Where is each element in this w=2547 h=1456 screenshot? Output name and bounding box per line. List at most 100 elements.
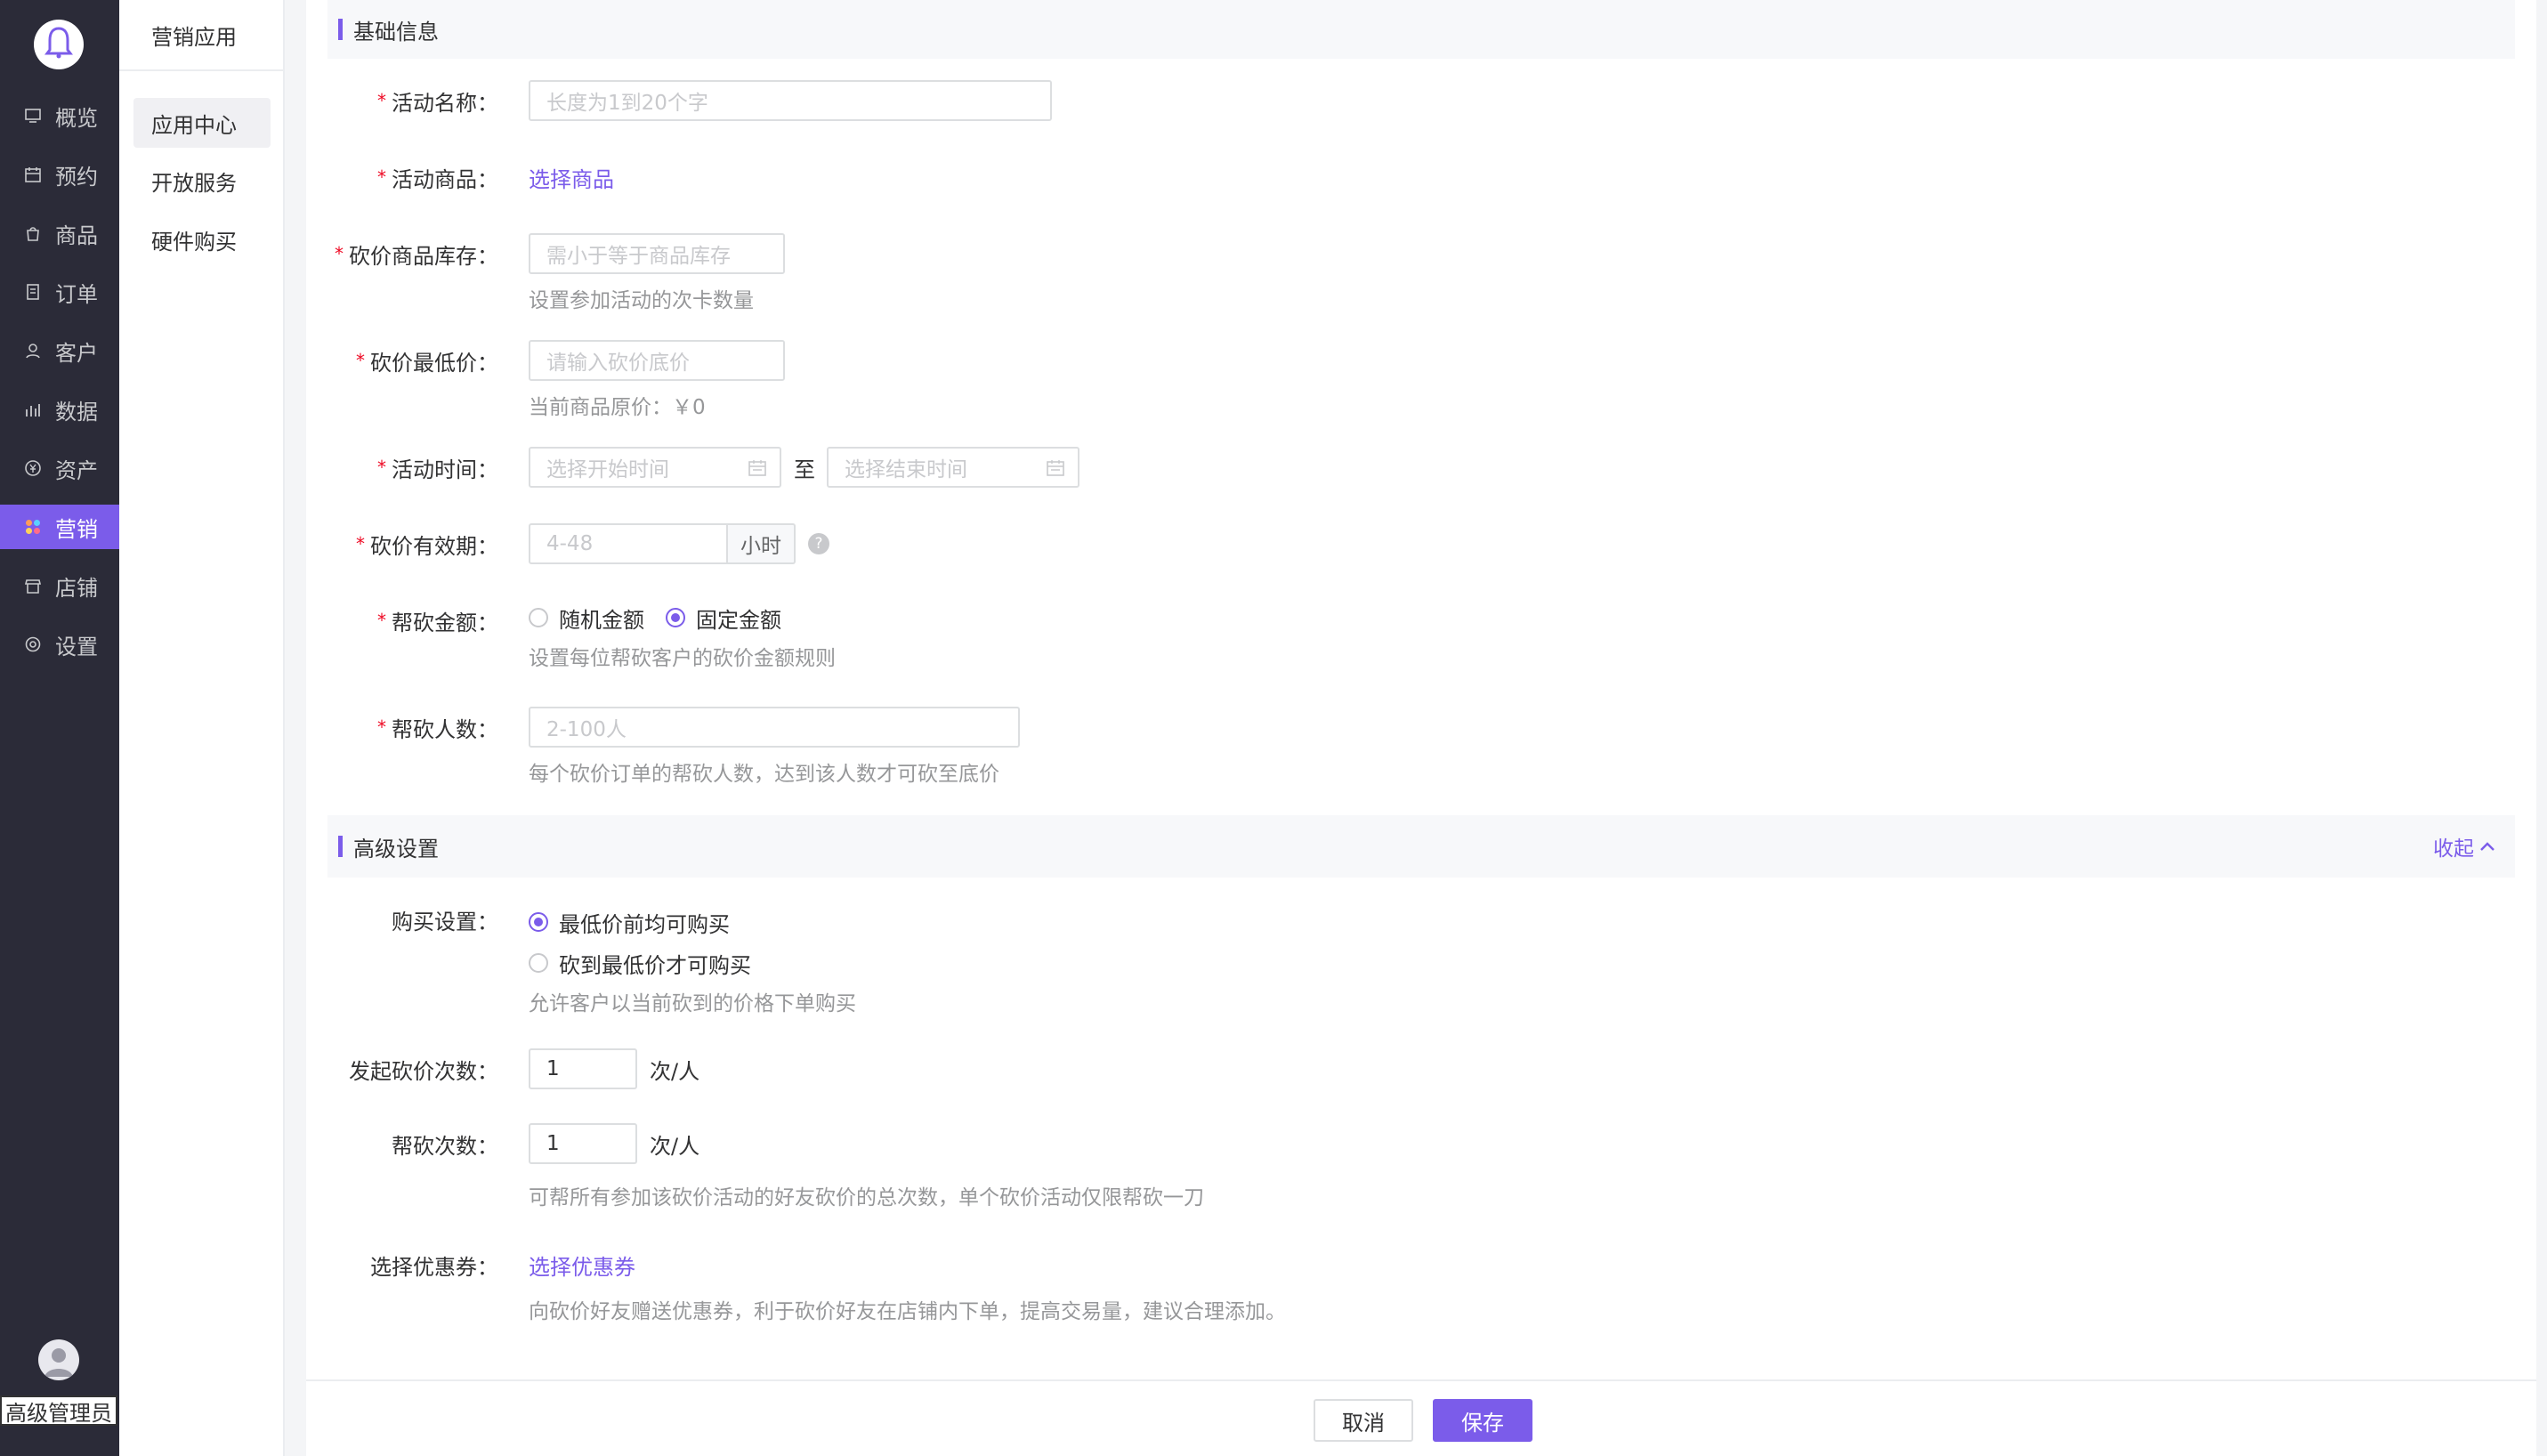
nav-item-label: 预约 xyxy=(55,164,98,190)
help-amount-help-text: 设置每位帮砍客户的砍价金额规则 xyxy=(529,647,836,670)
section-title: 高级设置 xyxy=(353,836,439,861)
calendar-icon xyxy=(748,458,767,478)
nav-item-store[interactable]: 店铺 xyxy=(0,563,119,608)
app-logo[interactable] xyxy=(34,20,84,69)
placeholder-text: 请输入砍价底价 xyxy=(546,352,690,375)
activity-goods-label: * 活动商品： xyxy=(377,157,498,198)
radio-fixed-amount[interactable]: 固定金额 xyxy=(666,600,781,635)
radio-label: 固定金额 xyxy=(696,607,781,633)
form-footer: 取消 保存 xyxy=(306,1379,2536,1456)
start-time-picker[interactable]: 选择开始时间 xyxy=(529,447,781,488)
save-button[interactable]: 保存 xyxy=(1433,1399,1532,1442)
label-text: 砍价商品库存： xyxy=(349,243,498,269)
activity-name-input[interactable]: 长度为1到20个字 xyxy=(529,80,1052,121)
section-title: 基础信息 xyxy=(353,19,439,44)
subnav-item-open-service[interactable]: 开放服务 xyxy=(133,156,271,206)
coupon-help-text: 向砍价好友赠送优惠券，利于砍价好友在店铺内下单，提高交易量，建议合理添加。 xyxy=(529,1300,1286,1323)
placeholder-text: 选择结束时间 xyxy=(845,458,967,481)
initiate-times-label: 发起砍价次数： xyxy=(349,1048,498,1089)
settings-icon xyxy=(23,635,43,654)
chevron-up-icon xyxy=(2479,841,2495,852)
purchase-help-text: 允许客户以当前砍到的价格下单购买 xyxy=(529,992,856,1015)
nav-item-data[interactable]: 数据 xyxy=(0,387,119,432)
min-price-help-text: 当前商品原价：￥0 xyxy=(529,396,706,419)
helper-count-input[interactable]: 2-100人 xyxy=(529,707,1020,748)
coupon-label: 选择优惠券： xyxy=(370,1244,498,1285)
radio-circle-icon xyxy=(666,608,685,627)
nav-item-label: 设置 xyxy=(55,634,98,659)
stock-input[interactable]: 需小于等于商品库存 xyxy=(529,233,785,274)
label-text: 活动时间： xyxy=(392,457,498,482)
placeholder-text: 选择开始时间 xyxy=(546,458,669,481)
user-role-label[interactable]: 高级管理员 xyxy=(0,1395,117,1426)
marketing-icon xyxy=(23,517,43,537)
nav-item-assets[interactable]: 资产 xyxy=(0,446,119,490)
nav-item-marketing[interactable]: 营销 xyxy=(0,505,119,549)
radio-buy-at-lowest[interactable]: 砍到最低价才可购买 xyxy=(529,945,751,981)
store-icon xyxy=(23,576,43,595)
helper-count-help-text: 每个砍价订单的帮砍人数，达到该人数才可砍至底价 xyxy=(529,763,999,786)
assets-icon xyxy=(23,458,43,478)
validity-label: * 砍价有效期： xyxy=(356,523,498,564)
validity-unit-addon: 小时 xyxy=(728,523,796,564)
required-mark: * xyxy=(356,350,365,371)
radio-label: 最低价前均可购买 xyxy=(559,911,730,937)
initiate-times-input[interactable]: 1 xyxy=(529,1048,637,1089)
required-mark: * xyxy=(377,90,386,111)
label-text: 活动名称： xyxy=(392,90,498,116)
placeholder-text: 4-48 xyxy=(546,532,594,555)
initiate-times-unit: 次/人 xyxy=(650,1058,700,1084)
nav-item-customer[interactable]: 客户 xyxy=(0,328,119,373)
required-mark: * xyxy=(377,457,386,478)
select-coupon-link[interactable]: 选择优惠券 xyxy=(529,1244,635,1285)
radio-label: 随机金额 xyxy=(559,607,644,633)
cancel-button[interactable]: 取消 xyxy=(1314,1399,1413,1442)
data-icon xyxy=(23,400,43,419)
customer-icon xyxy=(23,341,43,360)
secondary-sidebar: 营销应用 应用中心 开放服务 硬件购买 xyxy=(119,0,285,1456)
collapse-toggle[interactable]: 收起 xyxy=(2433,815,2495,878)
nav-item-label: 客户 xyxy=(55,340,98,366)
radio-circle-icon xyxy=(529,608,548,627)
nav-item-label: 营销 xyxy=(55,516,98,542)
help-times-unit: 次/人 xyxy=(650,1133,700,1159)
radio-buy-before-lowest[interactable]: 最低价前均可购买 xyxy=(529,904,730,940)
label-text: 砍价有效期： xyxy=(370,533,498,559)
nav-item-label: 订单 xyxy=(55,281,98,307)
required-mark: * xyxy=(335,243,344,264)
help-times-label: 帮砍次数： xyxy=(392,1123,498,1164)
nav-item-settings[interactable]: 设置 xyxy=(0,622,119,667)
label-text: 帮砍人数： xyxy=(392,716,498,742)
subnav-item-app-center[interactable]: 应用中心 xyxy=(133,98,271,148)
placeholder-text: 长度为1到20个字 xyxy=(546,92,708,115)
placeholder-text: 2-100人 xyxy=(546,718,627,741)
nav-item-appointment[interactable]: 预约 xyxy=(0,152,119,197)
collapse-label: 收起 xyxy=(2433,837,2474,861)
min-price-label: * 砍价最低价： xyxy=(356,340,498,381)
nav-item-label: 商品 xyxy=(55,222,98,248)
radio-random-amount[interactable]: 随机金额 xyxy=(529,600,644,635)
activity-form-panel: 基础信息 * 活动名称： 长度为1到20个字 * 活动商品： 选择商品 * 砍价商品库… xyxy=(306,0,2536,1379)
nav-item-goods[interactable]: 商品 xyxy=(0,211,119,255)
subnav-item-hardware[interactable]: 硬件购买 xyxy=(133,214,271,264)
avatar[interactable] xyxy=(38,1339,79,1380)
select-goods-link[interactable]: 选择商品 xyxy=(529,157,614,198)
section-accent-bar xyxy=(338,836,343,857)
help-amount-label: * 帮砍金额： xyxy=(377,600,498,641)
nav-item-label: 店铺 xyxy=(55,575,98,601)
radio-circle-icon xyxy=(529,912,548,932)
activity-time-label: * 活动时间： xyxy=(377,447,498,488)
nav-item-overview[interactable]: 概览 xyxy=(0,93,119,138)
appointment-icon xyxy=(23,165,43,184)
stock-help-text: 设置参加活动的次卡数量 xyxy=(529,289,754,312)
end-time-picker[interactable]: 选择结束时间 xyxy=(827,447,1079,488)
required-mark: * xyxy=(377,166,386,188)
validity-input[interactable]: 4-48 xyxy=(529,523,728,564)
radio-circle-icon xyxy=(529,953,548,973)
main-sidebar: 概览 预约 商品 订单 客户 数据 资产 营销 店铺 设置 高级管理员 xyxy=(0,0,119,1456)
section-header-basic: 基础信息 xyxy=(327,0,2515,59)
nav-item-order[interactable]: 订单 xyxy=(0,270,119,314)
min-price-input[interactable]: 请输入砍价底价 xyxy=(529,340,785,381)
help-question-icon[interactable]: ? xyxy=(808,533,829,554)
help-times-input[interactable]: 1 xyxy=(529,1123,637,1164)
